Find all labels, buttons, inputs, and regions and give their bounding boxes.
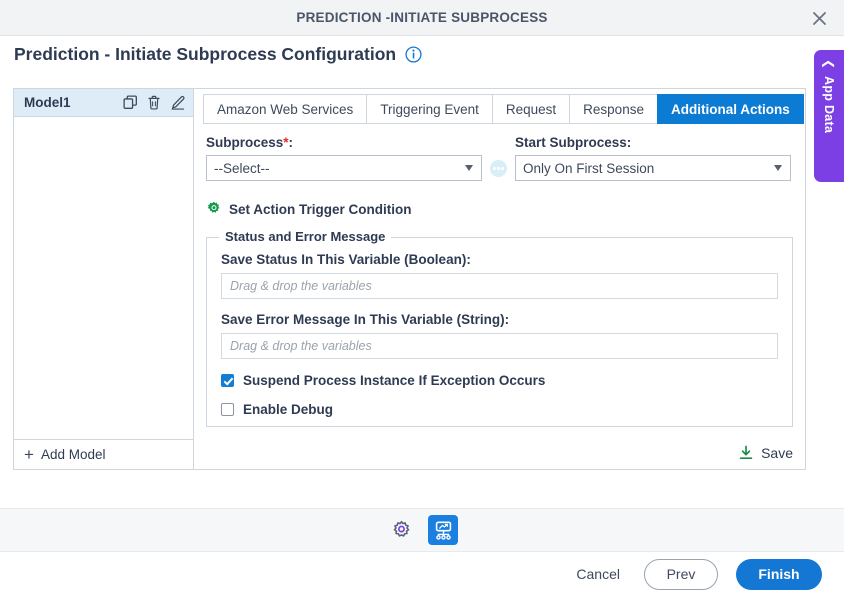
additional-actions-form: Subprocess*: --Select-- Start Subprocess… xyxy=(206,135,793,427)
suspend-process-checkbox-row[interactable]: Suspend Process Instance If Exception Oc… xyxy=(221,373,778,388)
tab-strip: Amazon Web Services Triggering Event Req… xyxy=(203,94,804,124)
save-error-label: Save Error Message In This Variable (Str… xyxy=(221,312,510,327)
settings-icon-button[interactable] xyxy=(386,515,416,545)
dialog-title: PREDICTION -INITIATE SUBPROCESS xyxy=(296,10,548,25)
dialog-footer: Cancel Prev Finish xyxy=(0,552,844,596)
save-status-label: Save Status In This Variable (Boolean): xyxy=(221,252,471,267)
save-button[interactable]: Save xyxy=(738,445,793,461)
status-group-legend: Status and Error Message xyxy=(219,229,392,244)
settings-icon xyxy=(393,520,409,537)
chevron-left-icon: ❮ xyxy=(822,58,836,70)
subprocess-label-colon: : xyxy=(288,135,294,150)
tab-additional-actions[interactable]: Additional Actions xyxy=(656,94,804,124)
start-subprocess-select[interactable]: Only On First Session xyxy=(515,155,791,181)
start-subprocess-field-group: Start Subprocess: Only On First Session xyxy=(515,135,791,181)
process-diagram-icon xyxy=(435,521,451,540)
subprocess-browse-button[interactable] xyxy=(490,160,507,177)
list-item-model1[interactable]: Model1 xyxy=(14,89,193,117)
page-header: Prediction - Initiate Subprocess Configu… xyxy=(14,44,422,65)
tab-triggering-event[interactable]: Triggering Event xyxy=(366,94,492,124)
tab-amazon-web-services[interactable]: Amazon Web Services xyxy=(203,94,367,124)
finish-button[interactable]: Finish xyxy=(736,558,822,590)
enable-debug-checkbox-row[interactable]: Enable Debug xyxy=(221,402,778,417)
start-subprocess-label: Start Subprocess: xyxy=(515,135,632,150)
info-icon[interactable] xyxy=(405,46,422,63)
save-label: Save xyxy=(761,445,793,461)
set-action-trigger-condition-button[interactable]: Set Action Trigger Condition xyxy=(206,201,793,217)
status-and-error-message-group: Status and Error Message Save Status In … xyxy=(206,229,793,427)
page-title: Prediction - Initiate Subprocess Configu… xyxy=(14,44,397,64)
suspend-process-label: Suspend Process Instance If Exception Oc… xyxy=(243,373,546,388)
add-model-label: Add Model xyxy=(40,447,106,462)
process-diagram-icon-button[interactable] xyxy=(428,515,458,545)
close-icon[interactable] xyxy=(808,7,830,29)
add-model-button[interactable]: + Add Model xyxy=(14,439,193,469)
pencil-icon[interactable] xyxy=(170,95,185,110)
dot-2 xyxy=(497,167,500,170)
chevron-down-icon xyxy=(465,165,473,171)
tab-request[interactable]: Request xyxy=(491,94,570,124)
prev-button[interactable]: Prev xyxy=(644,558,718,590)
dot-1 xyxy=(493,167,496,170)
model-row-actions xyxy=(123,95,185,110)
save-status-input[interactable]: Drag & drop the variables xyxy=(221,273,778,299)
subprocess-field-group: Subprocess*: --Select-- xyxy=(206,135,482,181)
subprocess-select-value: --Select-- xyxy=(214,160,270,176)
app-data-panel-toggle[interactable]: ❮ App Data xyxy=(814,50,844,182)
model-list-panel: Model1 + Add Model xyxy=(13,88,194,470)
save-error-input[interactable]: Drag & drop the variables xyxy=(221,333,778,359)
bottom-toolbar xyxy=(0,508,844,552)
subprocess-select[interactable]: --Select-- xyxy=(206,155,482,181)
plus-icon: + xyxy=(24,445,34,464)
enable-debug-label: Enable Debug xyxy=(243,402,334,417)
cancel-button[interactable]: Cancel xyxy=(570,565,626,583)
gear-icon xyxy=(207,201,220,213)
prediction-initiate-subprocess-dialog: PREDICTION -INITIATE SUBPROCESS Predicti… xyxy=(0,0,844,596)
trash-icon[interactable] xyxy=(147,95,161,110)
subprocess-label: Subprocess*: xyxy=(206,135,482,150)
start-subprocess-select-value: Only On First Session xyxy=(523,160,655,176)
subprocess-label-text: Subprocess xyxy=(206,135,284,150)
chevron-down-icon xyxy=(774,165,782,171)
model-name: Model1 xyxy=(24,95,71,110)
dialog-titlebar: PREDICTION -INITIATE SUBPROCESS xyxy=(0,0,844,36)
enable-debug-checkbox[interactable] xyxy=(221,403,234,416)
subprocess-row: Subprocess*: --Select-- Start Subprocess… xyxy=(206,135,793,181)
model-list-body xyxy=(14,117,193,439)
set-action-trigger-condition-label: Set Action Trigger Condition xyxy=(229,201,412,217)
configuration-content-panel: Amazon Web Services Triggering Event Req… xyxy=(194,88,806,470)
download-icon xyxy=(739,445,753,460)
dot-3 xyxy=(501,167,504,170)
copy-icon[interactable] xyxy=(123,95,138,110)
suspend-process-checkbox[interactable] xyxy=(221,374,234,387)
tab-response[interactable]: Response xyxy=(569,94,657,124)
app-data-label: App Data xyxy=(822,76,836,134)
